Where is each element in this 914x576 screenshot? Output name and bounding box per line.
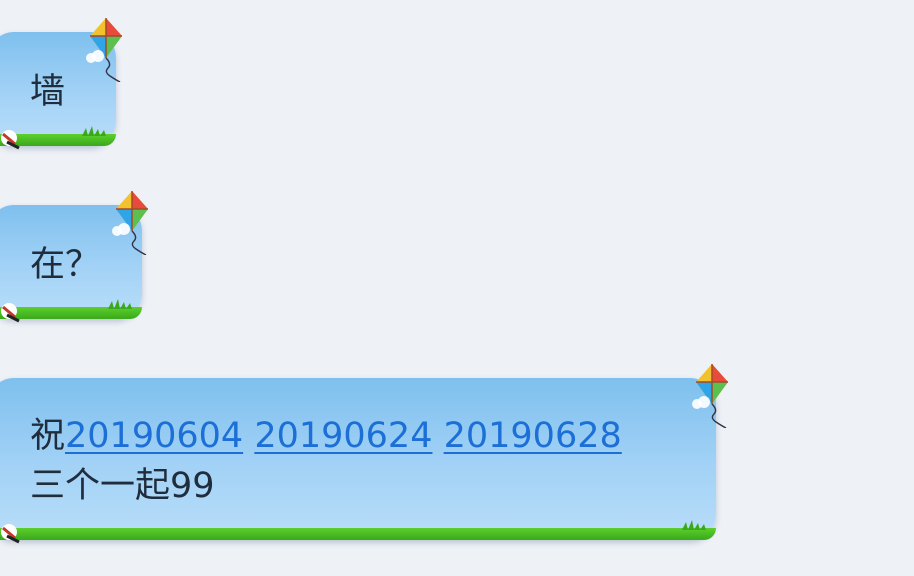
kite-icon [85,17,123,82]
grass-decoration [82,126,106,136]
date-link[interactable]: 20190628 [444,416,622,456]
message-text: 墙 [30,72,66,112]
grass-decoration [0,528,716,540]
kite-icon [691,363,729,428]
message-text-line-1: 祝20190604 20190624 20190628 [30,416,622,456]
message-prefix: 祝 [30,416,66,456]
chat-message-bubble[interactable]: 墙 [0,17,123,150]
date-link[interactable]: 20190604 [65,416,243,456]
message-text-line-2: 三个一起99 [30,466,215,506]
bow-decoration-icon [0,522,21,544]
bow-decoration-icon [0,128,21,150]
grass-decoration [108,299,132,309]
date-link[interactable]: 20190624 [254,416,432,456]
grass-decoration [682,520,706,530]
message-text: 在？ [30,245,101,285]
bow-decoration-icon [0,301,21,323]
chat-message-bubble[interactable]: 祝20190604 20190624 20190628 三个一起99 [0,363,729,544]
chat-message-bubble[interactable]: 在？ [0,190,149,323]
kite-icon [111,190,149,255]
